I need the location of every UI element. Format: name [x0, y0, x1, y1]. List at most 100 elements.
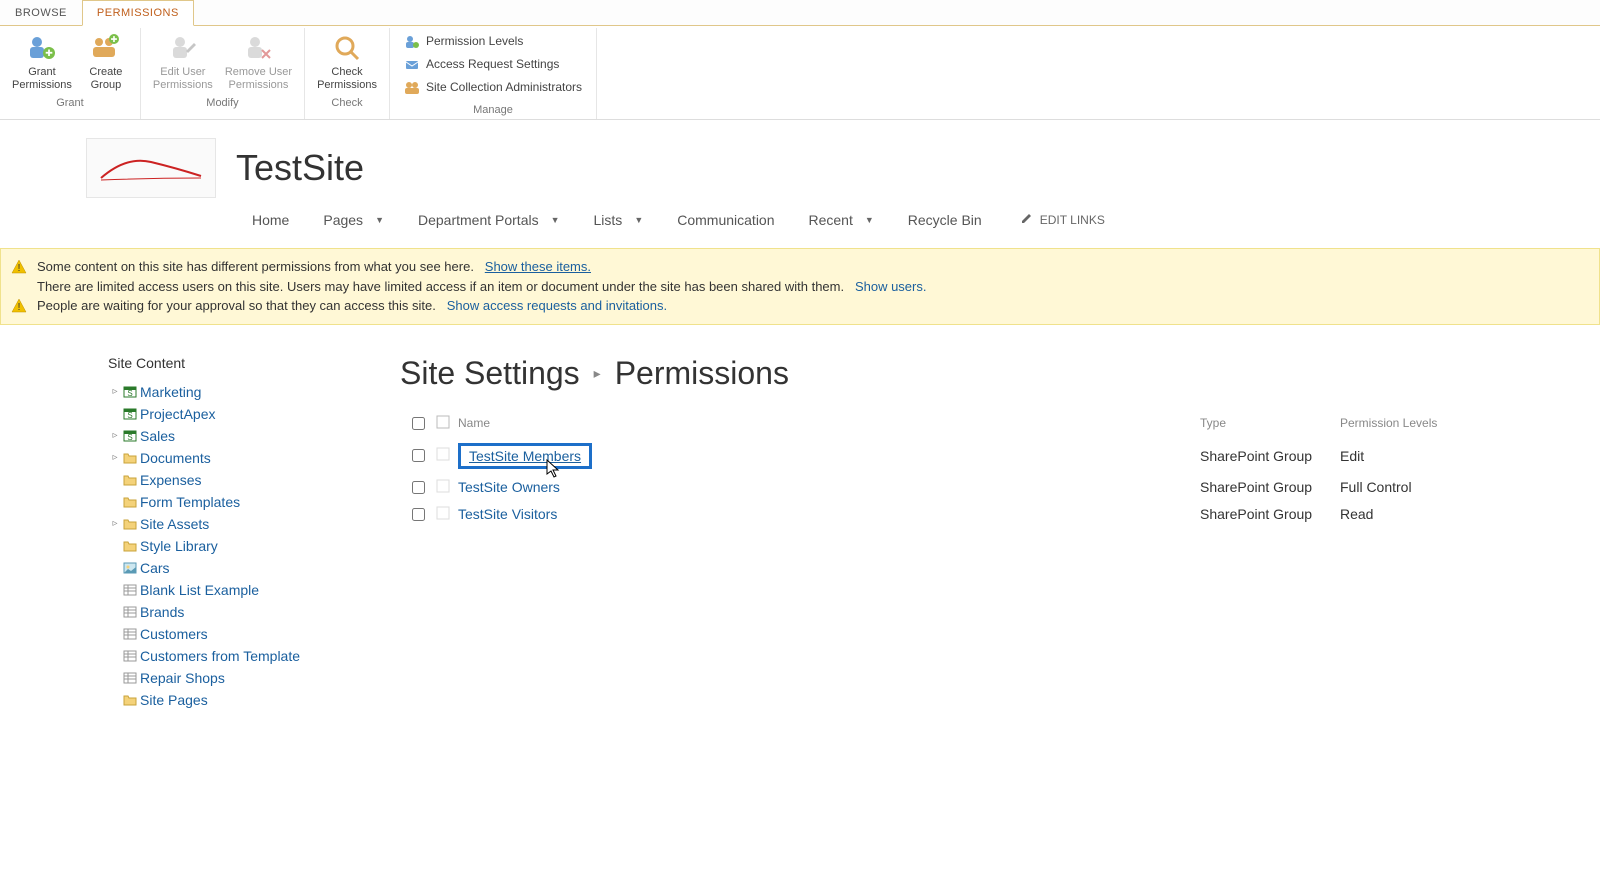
- row-checkbox[interactable]: [412, 508, 425, 521]
- expand-icon[interactable]: ▹: [108, 518, 122, 529]
- tree-item-link[interactable]: Customers from Template: [140, 648, 300, 664]
- create-group-button[interactable]: ✚ Create Group: [78, 30, 134, 93]
- group-link[interactable]: TestSite Owners: [458, 479, 560, 495]
- access-request-settings-button[interactable]: Access Request Settings: [396, 53, 567, 76]
- edit-links-label: EDIT LINKS: [1040, 213, 1105, 227]
- tree-item[interactable]: Style Library: [108, 535, 400, 557]
- tree-item[interactable]: ▹SMarketing: [108, 381, 400, 403]
- lib-icon: [122, 472, 138, 488]
- nav-department-portals[interactable]: Department Portals ▼: [402, 206, 576, 234]
- nav-communication[interactable]: Communication: [661, 206, 790, 234]
- pencil-icon: [1020, 211, 1034, 228]
- tree-item-link[interactable]: Customers: [140, 626, 208, 642]
- piclib-icon: [122, 560, 138, 576]
- lib-icon: [122, 516, 138, 532]
- tab-browse[interactable]: BROWSE: [0, 0, 82, 25]
- remove-user-permissions-button[interactable]: Remove User Permissions: [219, 30, 298, 93]
- site-logo[interactable]: [86, 138, 216, 198]
- site-content-tree: ▹SMarketingSProjectApex▹SSales▹Documents…: [108, 381, 400, 711]
- edit-links-button[interactable]: EDIT LINKS: [1020, 211, 1105, 228]
- check-permissions-button[interactable]: Check Permissions: [311, 30, 383, 93]
- row-permission-level: Read: [1340, 506, 1560, 522]
- expand-icon[interactable]: ▹: [108, 452, 122, 463]
- expand-icon[interactable]: ▹: [108, 386, 122, 397]
- tree-item-link[interactable]: ProjectApex: [140, 406, 215, 422]
- edit-user-label: Edit User Permissions: [153, 66, 213, 91]
- nav-pages[interactable]: Pages ▼: [307, 206, 400, 234]
- table-row: TestSite OwnersSharePoint GroupFull Cont…: [400, 474, 1560, 501]
- ribbon-tab-row: BROWSE PERMISSIONS: [0, 0, 1600, 26]
- tree-item-link[interactable]: Marketing: [140, 384, 201, 400]
- show-access-requests-link[interactable]: Show access requests and invitations.: [447, 298, 667, 313]
- lib-icon: [122, 450, 138, 466]
- left-nav: Site Content ▹SMarketingSProjectApex▹SSa…: [0, 355, 400, 711]
- site-icon: S: [122, 384, 138, 400]
- nav-recycle-bin[interactable]: Recycle Bin: [892, 206, 998, 234]
- tree-item-link[interactable]: Blank List Example: [140, 582, 259, 598]
- svg-text:!: !: [18, 302, 21, 313]
- tree-item[interactable]: Customers: [108, 623, 400, 645]
- row-icon-placeholder: [436, 506, 458, 523]
- grant-permissions-button[interactable]: ✚ Grant Permissions: [6, 30, 78, 93]
- tree-item[interactable]: Site Pages: [108, 689, 400, 711]
- tree-item-link[interactable]: Brands: [140, 604, 184, 620]
- table-row: TestSite VisitorsSharePoint GroupRead: [400, 501, 1560, 528]
- nav-home[interactable]: Home: [236, 206, 305, 234]
- header-type[interactable]: Type: [1200, 416, 1340, 430]
- tree-item[interactable]: Customers from Template: [108, 645, 400, 667]
- tree-item[interactable]: Expenses: [108, 469, 400, 491]
- row-permission-level: Edit: [1340, 448, 1560, 464]
- tree-item[interactable]: ▹ Documents: [108, 447, 400, 469]
- breadcrumb-settings[interactable]: Site Settings: [400, 355, 580, 392]
- chevron-down-icon: ▼: [865, 215, 874, 225]
- show-users-link[interactable]: Show users.: [855, 279, 927, 294]
- header-permission-levels[interactable]: Permission Levels: [1340, 416, 1560, 430]
- edit-user-permissions-button[interactable]: Edit User Permissions: [147, 30, 219, 93]
- tree-item-link[interactable]: Expenses: [140, 472, 201, 488]
- lib-icon: [122, 494, 138, 510]
- tree-item-link[interactable]: Documents: [140, 450, 211, 466]
- list-icon: [122, 604, 138, 620]
- tree-item[interactable]: ▹ Site Assets: [108, 513, 400, 535]
- tree-item[interactable]: Blank List Example: [108, 579, 400, 601]
- nav-recent[interactable]: Recent ▼: [793, 206, 890, 234]
- lib-icon: [122, 692, 138, 708]
- warning-icon: !: [11, 259, 27, 275]
- row-permission-level: Full Control: [1340, 479, 1560, 495]
- select-all-checkbox[interactable]: [412, 417, 425, 430]
- tree-item[interactable]: Cars: [108, 557, 400, 579]
- tree-item-link[interactable]: Repair Shops: [140, 670, 225, 686]
- tab-permissions[interactable]: PERMISSIONS: [82, 0, 194, 26]
- tree-item[interactable]: ▹SSales: [108, 425, 400, 447]
- ribbon-group-modify-label: Modify: [147, 93, 298, 112]
- tree-item-link[interactable]: Site Pages: [140, 692, 208, 708]
- nav-lists[interactable]: Lists ▼: [578, 206, 660, 234]
- remove-user-icon: [242, 32, 274, 64]
- tree-item-link[interactable]: Sales: [140, 428, 175, 444]
- header-name[interactable]: Name: [458, 416, 1200, 430]
- tree-item[interactable]: Repair Shops: [108, 667, 400, 689]
- group-link[interactable]: TestSite Visitors: [458, 506, 557, 522]
- tree-item-link[interactable]: Form Templates: [140, 494, 240, 510]
- check-permissions-icon: [331, 32, 363, 64]
- tree-item-link[interactable]: Site Assets: [140, 516, 209, 532]
- permission-levels-button[interactable]: Permission Levels: [396, 30, 531, 53]
- site-collection-admins-button[interactable]: Site Collection Administrators: [396, 76, 590, 99]
- row-checkbox[interactable]: [412, 481, 425, 494]
- tree-item[interactable]: SProjectApex: [108, 403, 400, 425]
- permission-levels-icon: [404, 34, 420, 50]
- main-content: Site Content ▹SMarketingSProjectApex▹SSa…: [0, 325, 1600, 711]
- tree-item[interactable]: Brands: [108, 601, 400, 623]
- tree-item[interactable]: Form Templates: [108, 491, 400, 513]
- ribbon-group-check: Check Permissions Check: [305, 28, 390, 119]
- site-collection-label: Site Collection Administrators: [426, 78, 582, 97]
- ribbon-group-check-label: Check: [311, 93, 383, 112]
- ribbon-group-manage: Permission Levels Access Request Setting…: [390, 28, 597, 119]
- expand-icon[interactable]: ▹: [108, 430, 122, 441]
- tree-item-link[interactable]: Style Library: [140, 538, 218, 554]
- show-these-items-link[interactable]: Show these items.: [485, 259, 591, 274]
- access-request-label: Access Request Settings: [426, 55, 559, 74]
- row-checkbox[interactable]: [412, 449, 425, 462]
- highlighted-group-link[interactable]: TestSite Members: [458, 443, 592, 469]
- tree-item-link[interactable]: Cars: [140, 560, 170, 576]
